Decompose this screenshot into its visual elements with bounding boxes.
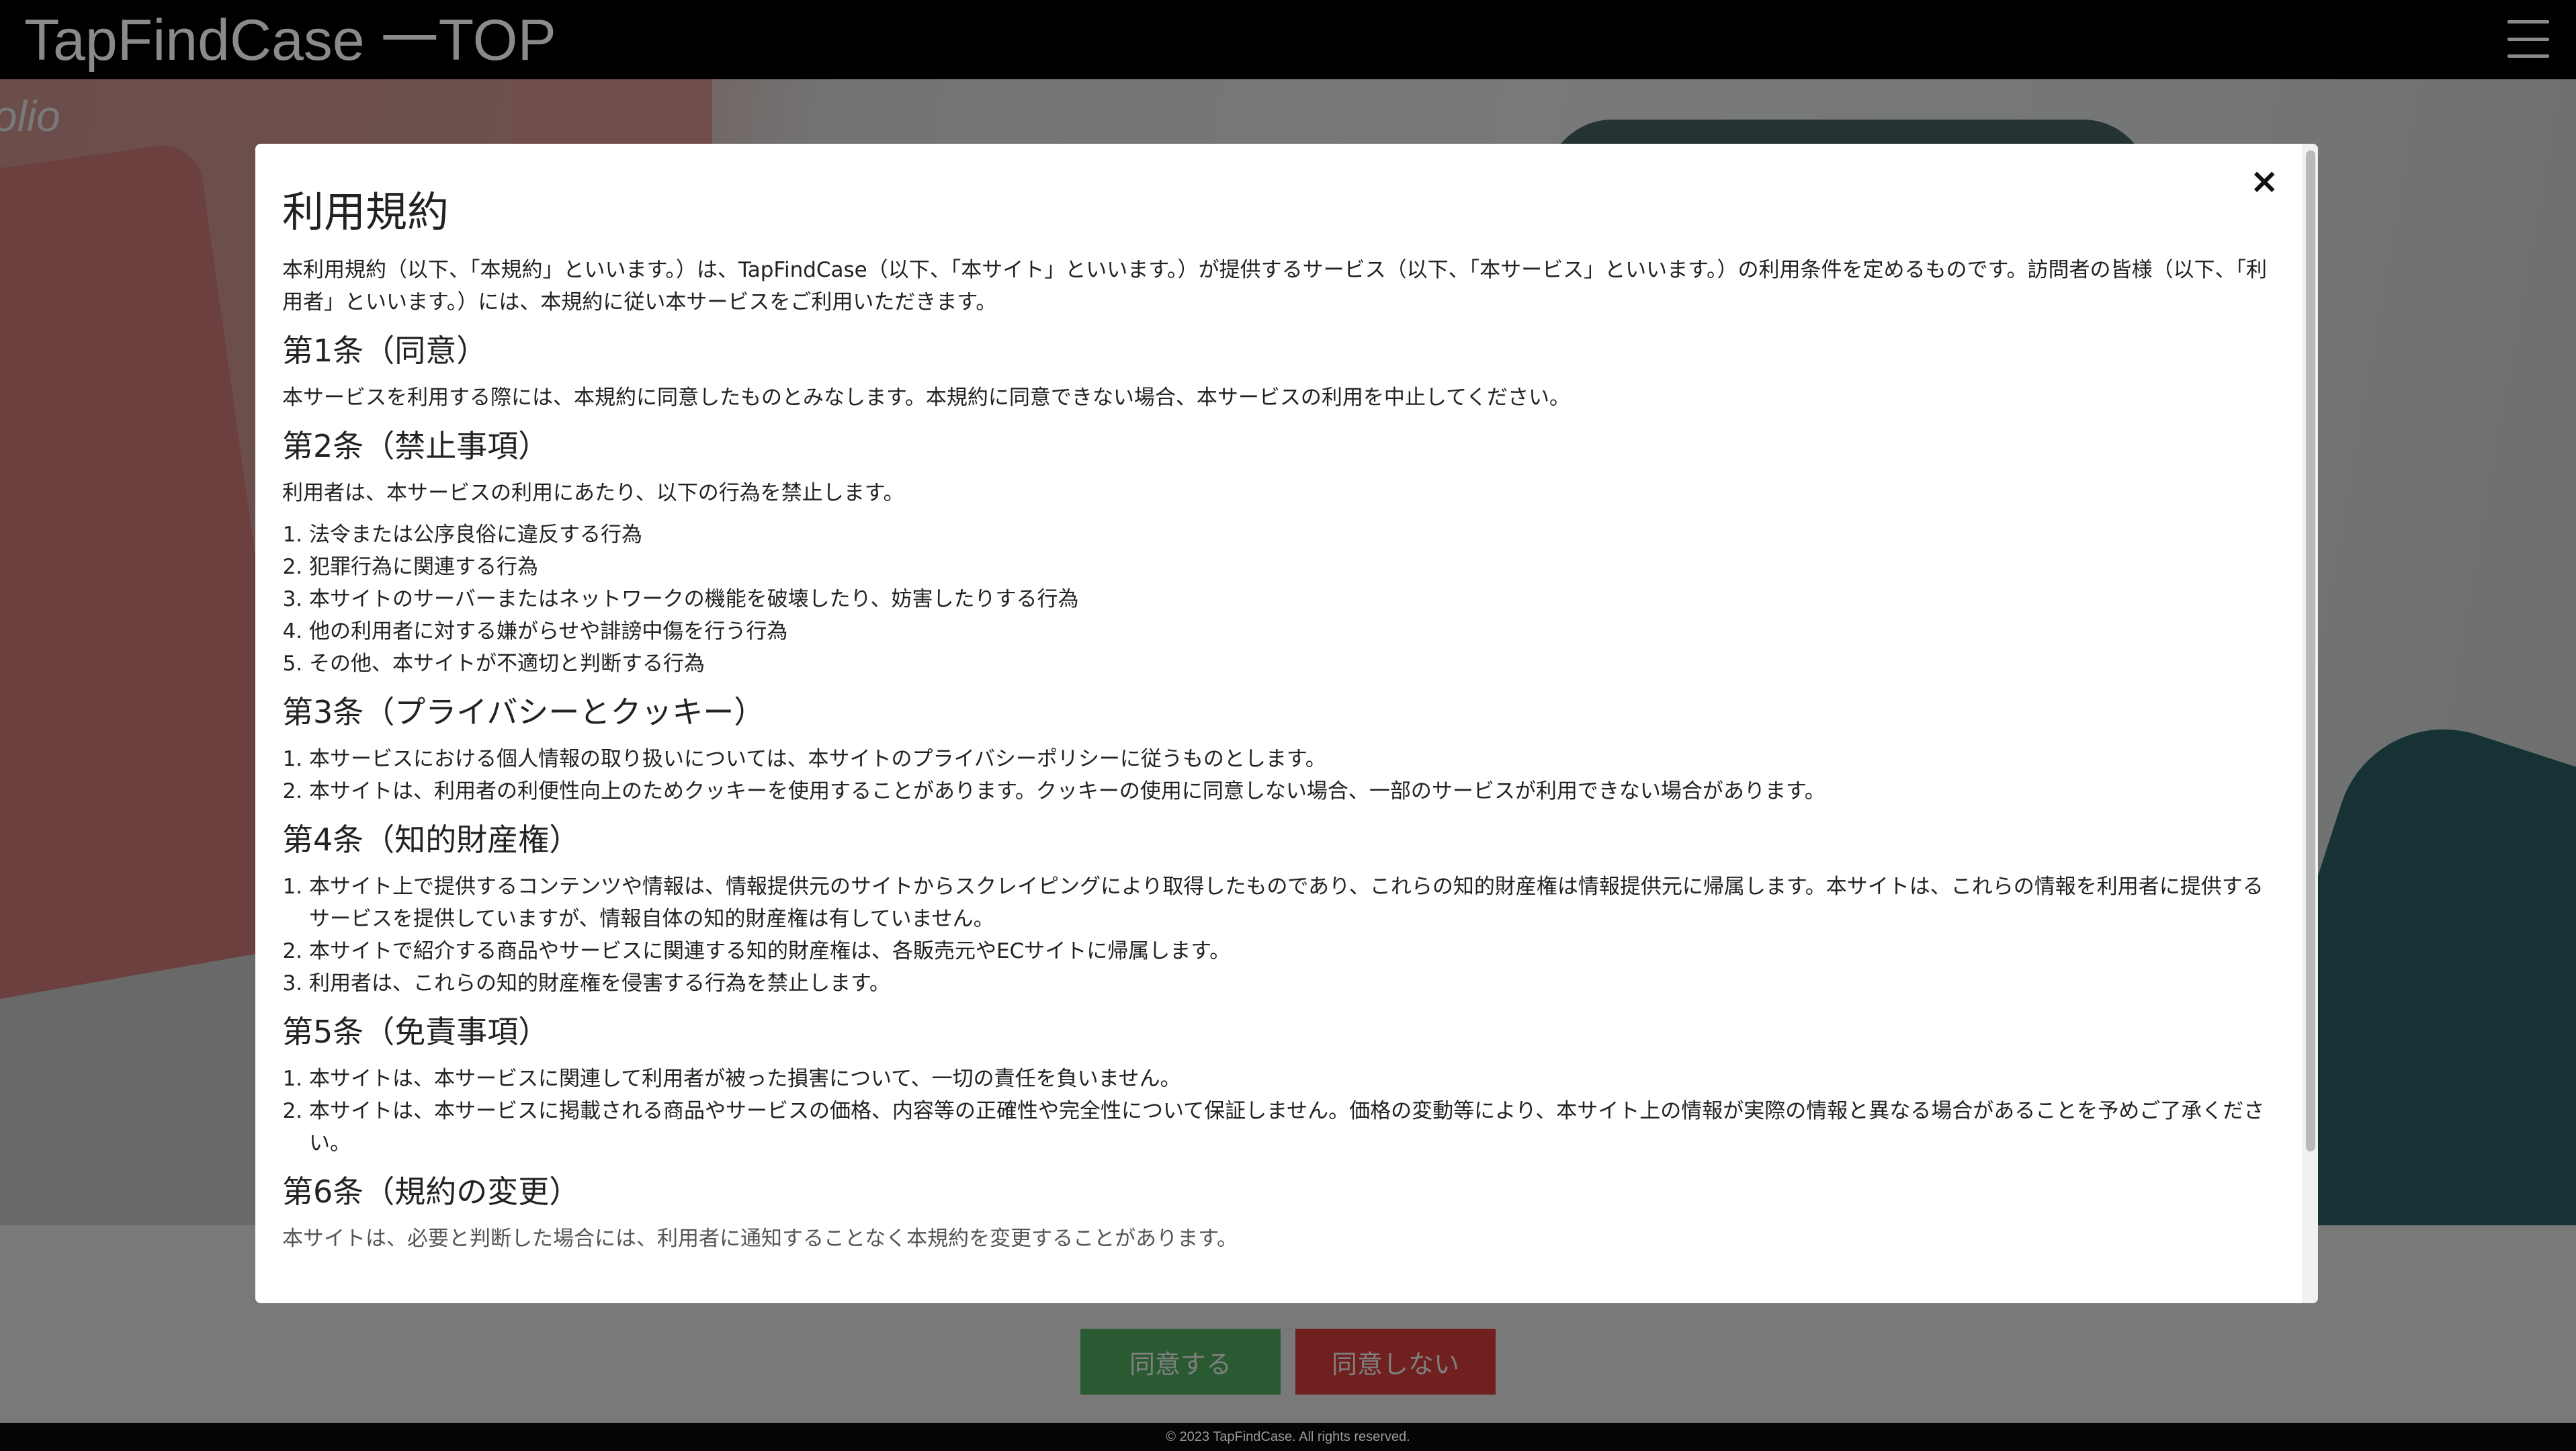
list-item: 利用者は、これらの知的財産権を侵害する行為を禁止します。 (309, 967, 2272, 1000)
modal-title: 利用規約 (282, 187, 449, 236)
list-item: その他、本サイトが不適切と判断する行為 (309, 648, 2272, 680)
section-text: 本サービスを利用する際には、本規約に同意したものとみなします。本規約に同意できな… (282, 386, 1571, 410)
disclaimer-list: 本サイトは、本サービスに関連して利用者が被った損害について、一切の責任を負いませ… (282, 1063, 2272, 1159)
list-item: 犯罪行為に関連する行為 (309, 551, 2272, 583)
hamburger-menu-icon[interactable] (2507, 20, 2549, 58)
site-title[interactable]: TapFindCase 一TOP (24, 7, 556, 74)
section-text: 利用者は、本サービスの利用にあたり、以下の行為を禁止します。 (282, 481, 904, 505)
terms-modal: × 利用規約 本利用規約（以下、「本規約」といいます。）は、TapFindCas… (255, 144, 2318, 1303)
list-item: 本サイトで紹介する商品やサービスに関連する知的財産権は、各販売元やECサイトに帰… (309, 935, 2272, 967)
section-heading: 第6条（規約の変更） (282, 1174, 581, 1210)
terms-intro: 本利用規約（以下、「本規約」といいます。）は、TapFindCase（以下、「本… (282, 258, 2267, 314)
terms-modal-body[interactable]: 利用規約 本利用規約（以下、「本規約」といいます。）は、TapFindCase（… (255, 144, 2302, 1303)
list-item: 本サービスにおける個人情報の取り扱いについては、本サイトのプライバシーポリシーに… (309, 743, 2272, 775)
list-item: 法令または公序良俗に違反する行為 (309, 519, 2272, 551)
section-heading: 第1条（同意） (282, 333, 488, 369)
modal-scrollbar-thumb[interactable] (2306, 150, 2315, 1151)
page-footer: © 2023 TapFindCase. All rights reserved. (0, 1423, 2576, 1451)
section-heading: 第5条（免責事項） (282, 1014, 550, 1050)
section-text: 本サイトは、必要と判断した場合には、利用者に通知することなく本規約を変更すること… (282, 1227, 1238, 1251)
section-heading: 第3条（プライバシーとクッキー） (282, 694, 765, 730)
list-item: 本サイトは、本サービスに掲載される商品やサービスの価格、内容等の正確性や完全性に… (309, 1095, 2272, 1159)
list-item: 本サイトは、利用者の利便性向上のためクッキーを使用することがあります。クッキーの… (309, 775, 2272, 807)
top-header: TapFindCase 一TOP (0, 0, 2576, 79)
list-item: 本サイト上で提供するコンテンツや情報は、情報提供元のサイトからスクレイピングによ… (309, 871, 2272, 935)
copyright-text: © 2023 TapFindCase. All rights reserved. (1166, 1430, 1410, 1444)
section-heading: 第4条（知的財産権） (282, 822, 581, 858)
list-item: 本サイトのサーバーまたはネットワークの機能を破壊したり、妨害したりする行為 (309, 583, 2272, 615)
section-heading: 第2条（禁止事項） (282, 428, 550, 464)
list-item: 他の利用者に対する嫌がらせや誹謗中傷を行う行為 (309, 615, 2272, 648)
privacy-list: 本サービスにおける個人情報の取り扱いについては、本サイトのプライバシーポリシーに… (282, 743, 2272, 807)
menu-line (2507, 20, 2549, 24)
menu-line (2507, 54, 2549, 58)
menu-line (2507, 37, 2549, 41)
ip-list: 本サイト上で提供するコンテンツや情報は、情報提供元のサイトからスクレイピングによ… (282, 871, 2272, 1000)
modal-scrollbar[interactable] (2302, 144, 2318, 1303)
list-item: 本サイトは、本サービスに関連して利用者が被った損害について、一切の責任を負いませ… (309, 1063, 2272, 1095)
prohibited-list: 法令または公序良俗に違反する行為 犯罪行為に関連する行為 本サイトのサーバーまた… (282, 519, 2272, 680)
